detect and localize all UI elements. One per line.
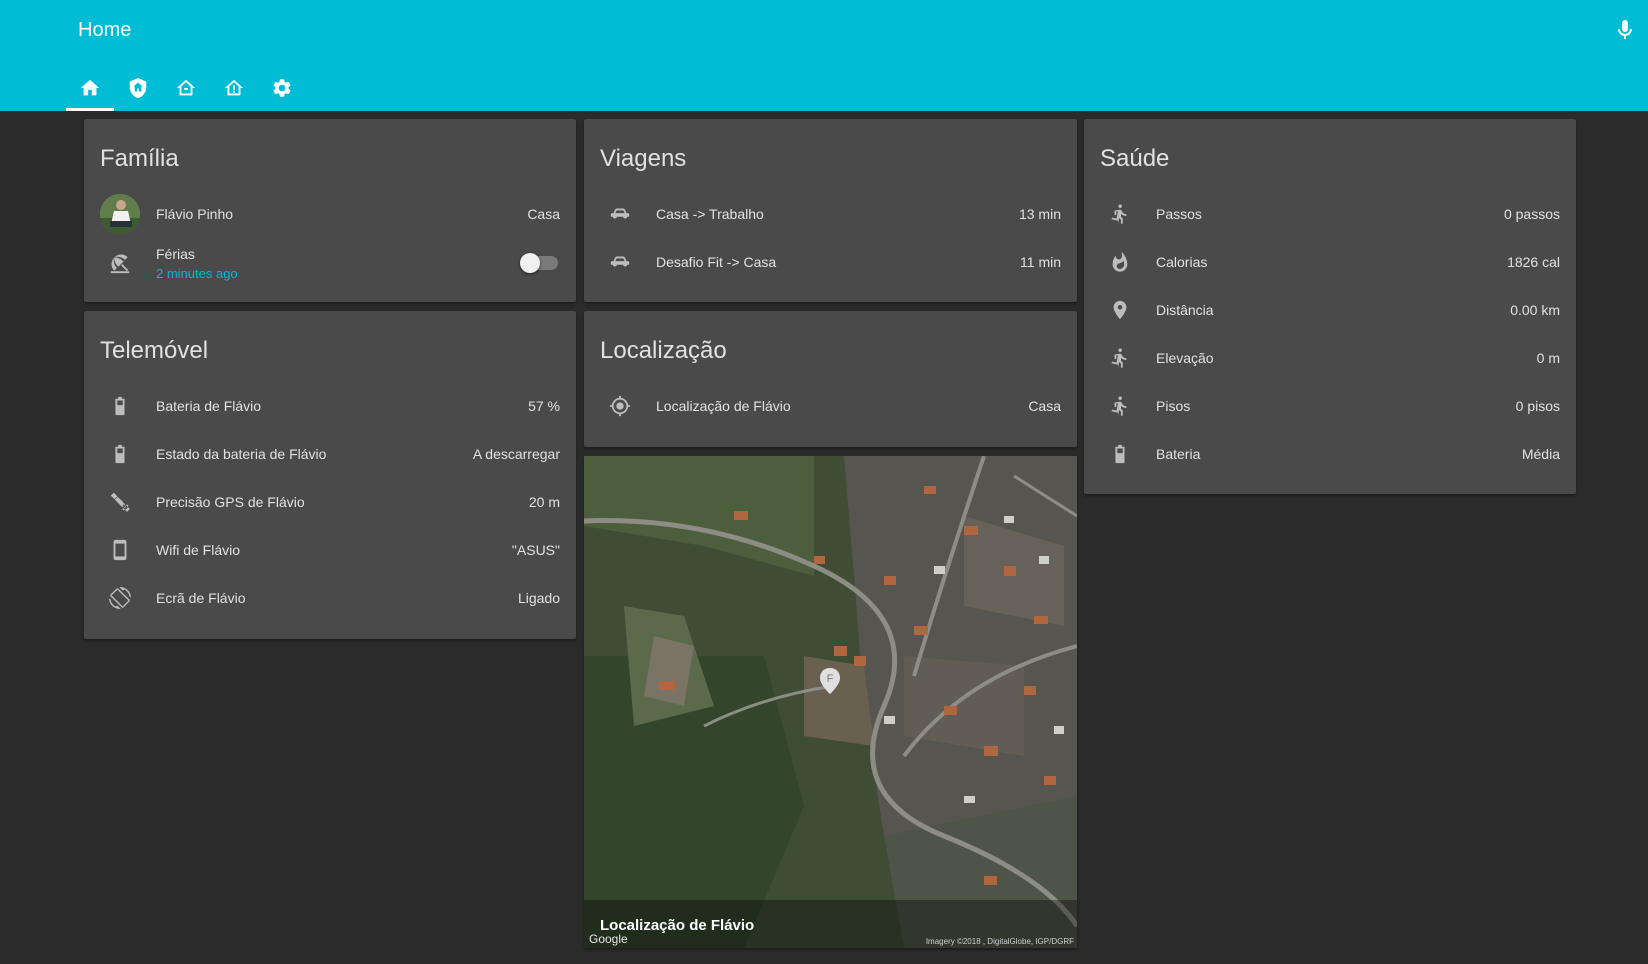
sensor-name: Estado da bateria de Flávio — [156, 446, 327, 462]
map-marker-icon — [1100, 290, 1140, 330]
home-shield-icon — [129, 77, 147, 99]
home-outline-icon — [176, 79, 196, 96]
trip-duration: 13 min — [1018, 206, 1061, 222]
list-item[interactable]: Bateria Média — [1100, 434, 1560, 474]
trip-duration: 11 min — [1020, 254, 1061, 270]
list-item[interactable]: Calorias 1826 cal — [1100, 242, 1560, 282]
crosshairs-gps-icon — [600, 386, 640, 426]
map-marker-label: F — [827, 673, 834, 685]
ferias-last-changed: 2 minutes ago — [156, 265, 238, 281]
sensor-name: Wifi de Flávio — [156, 542, 241, 558]
card-title: Localização — [600, 337, 727, 364]
home-icon — [80, 79, 100, 96]
list-item[interactable]: Estado da bateria de Flávio A descarrega… — [100, 434, 560, 474]
gear-icon — [273, 79, 291, 97]
sensor-value: 0 passos — [1503, 206, 1560, 222]
tab-home[interactable] — [66, 70, 114, 111]
list-item[interactable]: Precisão GPS de Flávio 20 m — [100, 482, 560, 522]
person-state: Casa — [527, 206, 560, 222]
card-telemovel: Telemóvel Bateria de Flávio 57 % Estado … — [84, 311, 576, 639]
sensor-name: Elevação — [1156, 350, 1214, 366]
microphone-icon[interactable] — [1613, 18, 1637, 42]
top-toolbar: Home — [0, 0, 1648, 111]
sensor-name: Bateria — [1156, 446, 1201, 462]
tab-alerts[interactable] — [210, 70, 258, 111]
sensor-name: Bateria de Flávio — [156, 398, 262, 414]
sensor-value: A descarregar — [472, 446, 560, 462]
list-item[interactable]: Casa -> Trabalho 13 min — [600, 194, 1061, 234]
sensor-value: 0 m — [1536, 350, 1560, 366]
sensor-name: Passos — [1156, 206, 1202, 222]
car-icon — [600, 194, 640, 234]
person-name: Flávio Pinho — [156, 206, 234, 222]
screen-rotation-icon — [100, 578, 140, 618]
list-item[interactable]: Distância 0.00 km — [1100, 290, 1560, 330]
battery-icon — [1100, 434, 1140, 474]
card-title: Telemóvel — [100, 337, 209, 364]
sensor-value: 0.00 km — [1510, 302, 1560, 318]
battery-icon — [100, 386, 140, 426]
sensor-name: Calorias — [1156, 254, 1208, 270]
person-row-flavio[interactable]: Flávio Pinho Casa — [100, 194, 560, 234]
sensor-name: Ecrã de Flávio — [156, 590, 246, 606]
tab-settings[interactable] — [258, 70, 306, 111]
satellite-icon — [100, 482, 140, 522]
car-icon — [600, 242, 640, 282]
view-tabs — [66, 70, 306, 111]
card-title: Saúde — [1100, 145, 1170, 172]
list-item[interactable]: Ecrã de Flávio Ligado — [100, 578, 560, 618]
sensor-value: "ASUS" — [511, 542, 560, 558]
sensor-value: 0 pisos — [1515, 398, 1560, 414]
sensor-value: Média — [1521, 446, 1560, 462]
card-localizacao: Localização Localização de Flávio Casa — [584, 311, 1077, 447]
walk-icon — [1100, 386, 1140, 426]
ferias-toggle[interactable] — [520, 253, 558, 273]
ferias-label: Férias — [156, 245, 195, 262]
walk-icon — [1100, 194, 1140, 234]
sensor-name: Pisos — [1156, 398, 1191, 414]
card-title: Viagens — [600, 145, 687, 172]
card-title: Família — [100, 145, 179, 172]
google-logo: Google — [589, 932, 628, 946]
card-viagens: Viagens Casa -> Trabalho 13 min Desafio … — [584, 119, 1077, 302]
tab-security[interactable] — [114, 70, 162, 111]
home-alert-icon — [224, 79, 244, 96]
beach-icon — [100, 243, 140, 283]
list-item[interactable]: Bateria de Flávio 57 % — [100, 386, 560, 426]
list-item[interactable]: Pisos 0 pisos — [1100, 386, 1560, 426]
list-item[interactable]: Passos 0 passos — [1100, 194, 1560, 234]
ferias-row: Férias 2 minutes ago — [100, 242, 560, 284]
avatar — [100, 194, 140, 234]
toggle-knob — [520, 253, 540, 273]
battery-icon — [100, 434, 140, 474]
trip-name: Casa -> Trabalho — [656, 206, 764, 222]
sensor-value: Casa — [1028, 398, 1061, 414]
list-item[interactable]: Localização de Flávio Casa — [600, 386, 1061, 426]
card-saude: Saúde Passos 0 passos Calorias 1826 cal … — [1084, 119, 1576, 494]
location-map[interactable]: F Localização de Flávio Google Imagery ©… — [584, 456, 1077, 948]
sensor-value: Ligado — [517, 590, 560, 606]
list-item[interactable]: Elevação 0 m — [1100, 338, 1560, 378]
walk-icon — [1100, 338, 1140, 378]
tab-house[interactable] — [162, 70, 210, 111]
sensor-value: 1826 cal — [1507, 254, 1560, 270]
sensor-name: Localização de Flávio — [656, 398, 791, 414]
page-title: Home — [78, 19, 132, 41]
trip-name: Desafio Fit -> Casa — [656, 254, 777, 270]
sensor-value: 20 m — [528, 494, 560, 510]
cellphone-icon — [100, 530, 140, 570]
sensor-value: 57 % — [528, 398, 560, 414]
map-attribution: Imagery ©2018 , DigitalGlobe, IGP/DGRF — [925, 937, 1074, 946]
fire-icon — [1100, 242, 1140, 282]
list-item[interactable]: Wifi de Flávio "ASUS" — [100, 530, 560, 570]
sensor-name: Distância — [1156, 302, 1214, 318]
list-item[interactable]: Desafio Fit -> Casa 11 min — [600, 242, 1061, 282]
sensor-name: Precisão GPS de Flávio — [156, 494, 305, 510]
card-familia: Família Flávio Pinho Casa Férias 2 minut… — [84, 119, 576, 302]
satellite-map-image: F — [584, 456, 1077, 948]
